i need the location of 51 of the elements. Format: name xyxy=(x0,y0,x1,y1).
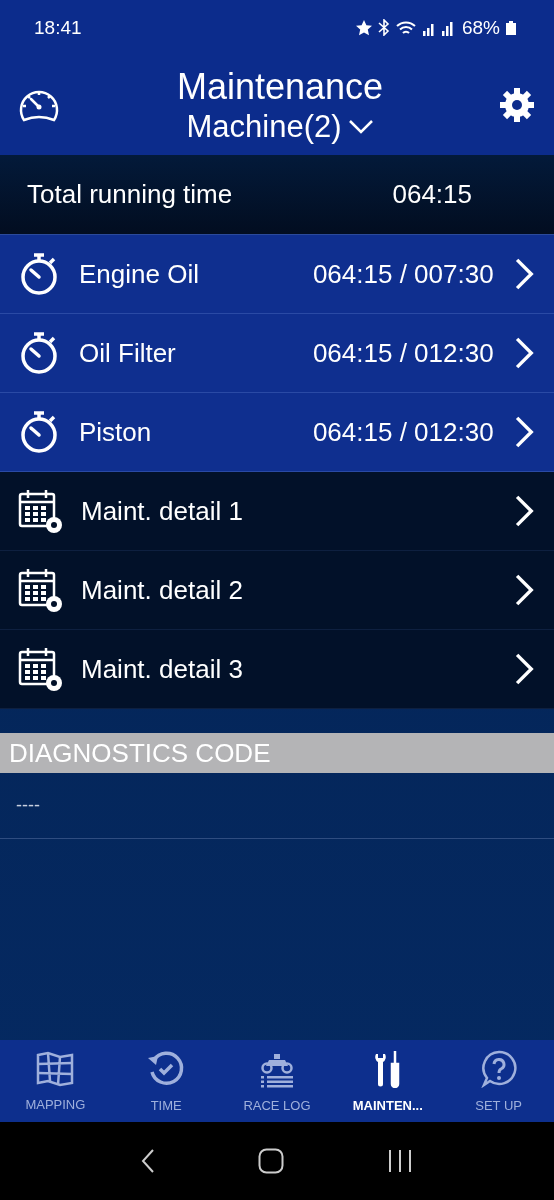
section-header: DIAGNOSTICS CODE xyxy=(0,733,554,773)
total-running-label: Total running time xyxy=(27,179,234,210)
chevron-right-icon xyxy=(513,494,534,528)
tab[interactable]: RACE LOG xyxy=(221,1040,333,1122)
row-value: 064:15 / 012:30 xyxy=(312,337,494,369)
star-icon xyxy=(355,19,372,36)
signal-icon xyxy=(421,19,456,36)
battery-percent: 68% xyxy=(461,16,500,39)
calendar-gear-icon xyxy=(18,488,64,534)
bluetooth-icon xyxy=(377,19,390,36)
row-label: Maint. detail 1 xyxy=(81,495,244,527)
timer-row[interactable]: Piston 064:15 / 012:30 xyxy=(0,393,554,472)
diagnostics-code: ---- xyxy=(16,795,40,816)
recents-button[interactable] xyxy=(386,1148,413,1174)
clock-time: 18:41 xyxy=(34,16,82,39)
wrench-screwdriver-icon xyxy=(373,1049,402,1088)
home-button[interactable] xyxy=(258,1148,284,1174)
map-icon xyxy=(36,1050,75,1087)
detail-row[interactable]: Maint. detail 2 xyxy=(0,551,554,630)
tab[interactable]: TIME xyxy=(110,1040,222,1122)
chevron-right-icon xyxy=(513,652,534,686)
screen-title: Maintenance xyxy=(176,65,384,109)
detail-row[interactable]: Maint. detail 3 xyxy=(0,630,554,709)
back-button[interactable] xyxy=(141,1148,156,1174)
chevron-right-icon xyxy=(513,257,534,291)
help-bubble-icon xyxy=(479,1049,518,1088)
detail-row[interactable]: Maint. detail 1 xyxy=(0,472,554,551)
chevron-right-icon xyxy=(513,415,534,449)
row-label: Maint. detail 3 xyxy=(81,653,244,685)
calendar-gear-icon xyxy=(18,646,64,692)
total-running-value: 064:15 xyxy=(392,179,472,210)
timer-row[interactable]: Oil Filter 064:15 / 012:30 xyxy=(0,314,554,393)
row-label: Oil Filter xyxy=(79,337,177,369)
calendar-gear-icon xyxy=(18,567,64,613)
timer-row[interactable]: Engine Oil 064:15 / 007:30 xyxy=(0,235,554,314)
row-value: 064:15 / 012:30 xyxy=(312,416,494,448)
battery-icon xyxy=(506,20,516,35)
tab[interactable]: SET UP xyxy=(443,1040,554,1122)
tab[interactable]: MAPPING xyxy=(0,1040,111,1122)
chevron-down-icon xyxy=(347,119,374,135)
wifi-icon xyxy=(395,19,416,36)
row-label: Maint. detail 2 xyxy=(81,574,244,606)
machine-dropdown[interactable]: Machine(2) xyxy=(186,109,374,145)
chevron-right-icon xyxy=(513,336,534,370)
settings-icon[interactable] xyxy=(500,88,534,122)
tab[interactable]: MAINTEN... xyxy=(332,1040,444,1122)
row-value: 064:15 / 007:30 xyxy=(312,258,494,290)
row-label: Engine Oil xyxy=(79,258,200,290)
chevron-right-icon xyxy=(513,573,534,607)
clock-arrow-icon xyxy=(147,1049,186,1088)
row-label: Piston xyxy=(79,416,153,448)
